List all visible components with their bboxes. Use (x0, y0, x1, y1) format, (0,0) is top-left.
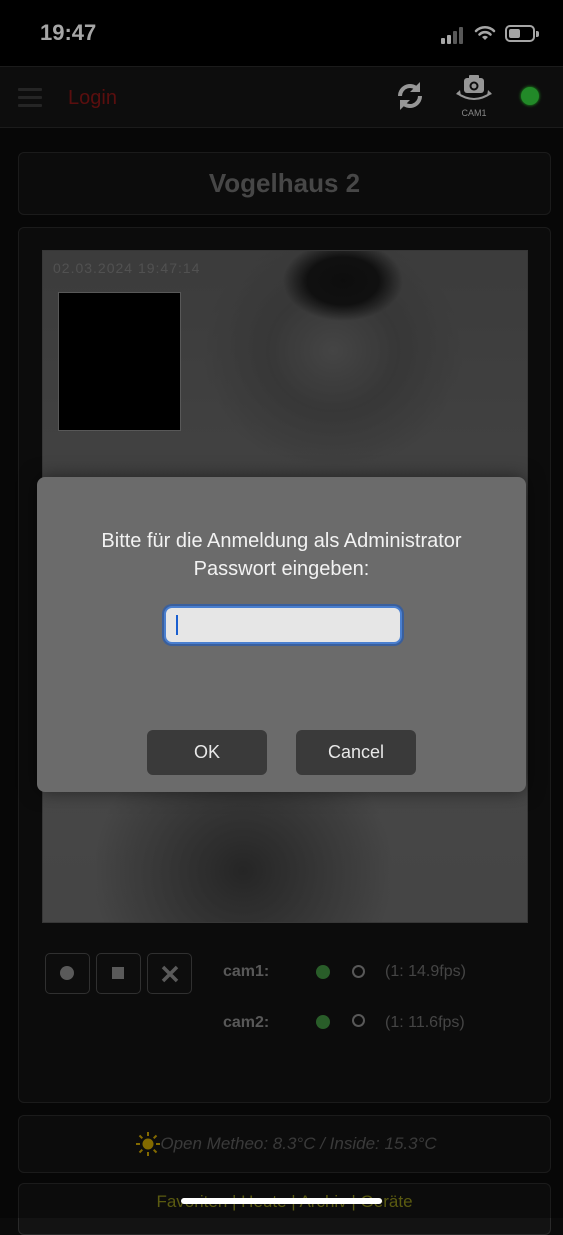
dialog-message: Bitte für die Anmeldung als Administrato… (37, 527, 526, 583)
text-caret (176, 615, 178, 635)
password-input[interactable] (164, 606, 402, 644)
password-dialog: Bitte für die Anmeldung als Administrato… (37, 477, 526, 792)
home-indicator[interactable] (181, 1198, 382, 1204)
dialog-message-line2: Passwort eingeben: (193, 558, 370, 580)
ok-button[interactable]: OK (147, 730, 267, 775)
dialog-message-line1: Bitte für die Anmeldung als Administrato… (101, 530, 462, 552)
cancel-button[interactable]: Cancel (296, 730, 416, 775)
